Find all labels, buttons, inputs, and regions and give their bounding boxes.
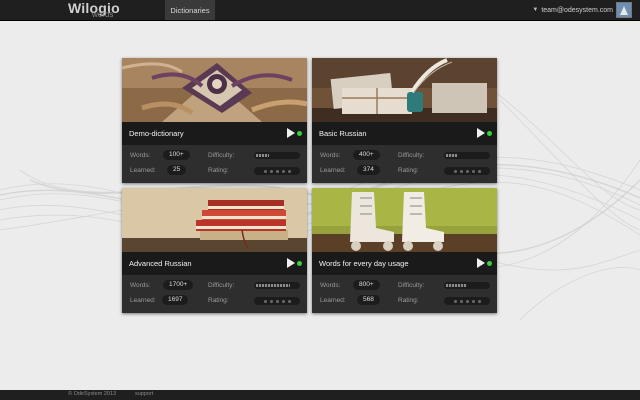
difficulty-label: Difficulty: — [208, 282, 235, 289]
rating-dot-icon — [275, 299, 279, 303]
gift-ribbons-image — [122, 58, 307, 122]
words-count: 400+ — [353, 150, 380, 160]
learned-label: Learned: — [130, 167, 156, 174]
rating-dot-icon — [471, 299, 475, 303]
rating-dot-icon — [269, 169, 273, 173]
dictionary-card[interactable]: Basic Russian Words: 400+ Learned: 374 D… — [312, 58, 497, 183]
learned-label: Learned: — [320, 167, 346, 174]
status-dot-icon — [487, 131, 492, 136]
difficulty-label: Difficulty: — [398, 282, 425, 289]
learned-count: 568 — [357, 295, 380, 305]
books-stack-image — [122, 188, 307, 252]
support-link[interactable]: support — [135, 391, 153, 397]
difficulty-bar — [444, 152, 490, 159]
card-stats: Words: 100+ Learned: 25 Difficulty: Rati… — [122, 145, 307, 183]
rating-dot-icon — [465, 169, 469, 173]
rating-label: Rating: — [208, 167, 229, 174]
dictionary-card[interactable]: Demo-dictionary Words: 100+ Learned: 25 … — [122, 58, 307, 183]
rating-dot-icon — [263, 299, 267, 303]
learned-count: 25 — [167, 165, 187, 175]
rating-dot-icon — [453, 299, 457, 303]
card-title[interactable]: Words for every day usage — [319, 259, 409, 268]
rating-label: Rating: — [208, 297, 229, 304]
rating-dot-icon — [477, 169, 481, 173]
difficulty-fill — [256, 284, 290, 287]
rating-dot-icon — [459, 299, 463, 303]
words-count: 100+ — [163, 150, 190, 160]
rating-dot-icon — [459, 169, 463, 173]
difficulty-bar — [254, 282, 300, 289]
chevron-down-icon: ▼ — [532, 7, 539, 13]
learned-label: Learned: — [130, 297, 156, 304]
words-label: Words: — [320, 152, 341, 159]
words-label: Words: — [130, 152, 151, 159]
status-dot-icon — [297, 131, 302, 136]
card-stats: Words: 400+ Learned: 374 Difficulty: Rat… — [312, 145, 497, 183]
card-title[interactable]: Demo-dictionary — [129, 129, 184, 138]
status-dot-icon — [297, 261, 302, 266]
words-label: Words: — [320, 282, 341, 289]
rating-dot-icon — [471, 169, 475, 173]
tab-dictionaries[interactable]: Dictionaries — [165, 0, 215, 20]
card-title[interactable]: Basic Russian — [319, 129, 367, 138]
rating-dot-icon — [275, 169, 279, 173]
rating-dot-icon — [453, 169, 457, 173]
top-bar: Wilogio words Dictionaries ▼ team@odesys… — [0, 0, 640, 21]
difficulty-label: Difficulty: — [398, 152, 425, 159]
letters-ink-image — [312, 58, 497, 122]
card-stats: Words: 800+ Learned: 568 Difficulty: Rat… — [312, 275, 497, 313]
rating-dot-icon — [287, 299, 291, 303]
play-icon[interactable] — [477, 258, 485, 268]
copyright: © OdeSystem 2013 — [68, 391, 117, 397]
card-title-bar: Advanced Russian — [122, 252, 307, 275]
words-count: 800+ — [353, 280, 380, 290]
card-title[interactable]: Advanced Russian — [129, 259, 192, 268]
roller-skates-image — [312, 188, 497, 252]
dictionary-card[interactable]: Advanced Russian Words: 1700+ Learned: 1… — [122, 188, 307, 313]
learned-count: 374 — [357, 165, 380, 175]
rating-stars[interactable] — [444, 297, 490, 305]
rating-dot-icon — [269, 299, 273, 303]
rating-stars[interactable] — [444, 167, 490, 175]
avatar[interactable] — [616, 2, 632, 18]
difficulty-bar — [444, 282, 490, 289]
learned-label: Learned: — [320, 297, 346, 304]
card-stats: Words: 1700+ Learned: 1697 Difficulty: R… — [122, 275, 307, 313]
words-count: 1700+ — [163, 280, 194, 290]
logo-subtitle: words — [92, 10, 114, 19]
difficulty-label: Difficulty: — [208, 152, 235, 159]
rating-dot-icon — [263, 169, 267, 173]
learned-count: 1697 — [162, 295, 189, 305]
rating-stars[interactable] — [254, 167, 300, 175]
difficulty-fill — [256, 154, 269, 157]
rating-label: Rating: — [398, 297, 419, 304]
footer: © OdeSystem 2013 support — [0, 390, 640, 400]
play-icon[interactable] — [477, 128, 485, 138]
play-icon[interactable] — [287, 258, 295, 268]
play-icon[interactable] — [287, 128, 295, 138]
difficulty-bar — [254, 152, 300, 159]
logo[interactable]: Wilogio words — [68, 0, 128, 20]
difficulty-fill — [446, 284, 467, 287]
rating-dot-icon — [477, 299, 481, 303]
rating-dot-icon — [287, 169, 291, 173]
rating-dot-icon — [281, 299, 285, 303]
card-title-bar: Demo-dictionary — [122, 122, 307, 145]
rating-label: Rating: — [398, 167, 419, 174]
difficulty-fill — [446, 154, 457, 157]
dictionary-card[interactable]: Words for every day usage Words: 800+ Le… — [312, 188, 497, 313]
user-menu[interactable]: ▼ team@odesystem.com — [532, 0, 632, 20]
card-title-bar: Words for every day usage — [312, 252, 497, 275]
card-title-bar: Basic Russian — [312, 122, 497, 145]
user-email: team@odesystem.com — [541, 6, 613, 14]
status-dot-icon — [487, 261, 492, 266]
words-label: Words: — [130, 282, 151, 289]
rating-dot-icon — [281, 169, 285, 173]
rating-dot-icon — [465, 299, 469, 303]
rating-stars[interactable] — [254, 297, 300, 305]
